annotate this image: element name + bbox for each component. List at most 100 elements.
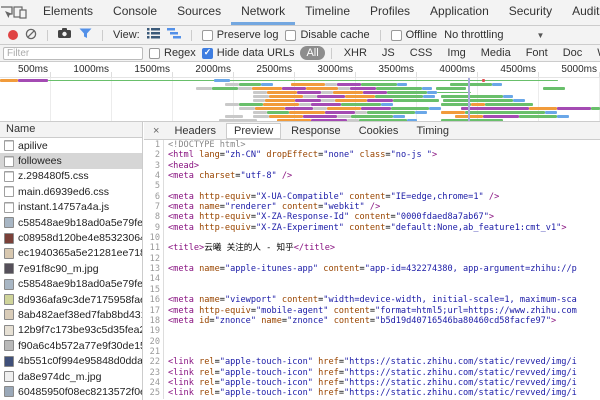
type-filter-js[interactable]: JS: [376, 46, 401, 60]
chevron-down-icon[interactable]: ▼: [536, 31, 544, 40]
waterfall-bar: [267, 111, 289, 114]
type-filter-css[interactable]: CSS: [404, 46, 439, 60]
capture-screenshots-icon[interactable]: [58, 28, 72, 42]
code-line: 17<meta http-equiv="mobile-agent" conten…: [144, 306, 600, 316]
waterfall-bar: [351, 115, 393, 118]
filter-input[interactable]: [3, 47, 143, 60]
line-number: 2: [144, 150, 164, 160]
inspect-element-icon[interactable]: [0, 0, 13, 25]
code-line: 4<meta charset="utf-8" />: [144, 171, 600, 181]
request-row[interactable]: c58548ae9b18ad0a5e79fe4e…: [0, 215, 142, 230]
disable-cache-checkbox[interactable]: [285, 30, 296, 41]
offline-option[interactable]: Offline: [391, 29, 438, 41]
line-number: 17: [144, 306, 164, 316]
line-number: 20: [144, 337, 164, 347]
waterfall-bar: [297, 91, 321, 94]
request-row[interactable]: 4b551c0f994e95848d0dda09…: [0, 353, 142, 368]
waterfall-bar: [345, 95, 375, 98]
timeline-tick-label: 3000ms: [298, 64, 353, 75]
device-toolbar-icon[interactable]: [13, 0, 27, 25]
source-viewer[interactable]: 1<!DOCTYPE html>2<html lang="zh-CN" drop…: [144, 140, 600, 400]
main-tab-security[interactable]: Security: [499, 0, 562, 25]
regex-checkbox[interactable]: [149, 48, 160, 59]
request-row[interactable]: 12b9f7c173be93c5d35fea2d…: [0, 323, 142, 338]
request-row[interactable]: apilive: [0, 138, 142, 153]
waterfall-bar: [485, 103, 533, 106]
request-row[interactable]: instant.14757a4a.js: [0, 200, 142, 215]
request-row[interactable]: c58548ae9b18ad0a5e79fe4e…: [0, 277, 142, 292]
type-filter-media[interactable]: Media: [475, 46, 517, 60]
type-filter-xhr[interactable]: XHR: [338, 46, 373, 60]
type-filter-font[interactable]: Font: [520, 46, 554, 60]
main-tab-application[interactable]: Application: [420, 0, 499, 25]
request-row[interactable]: main.d6939ed6.css: [0, 184, 142, 199]
tick-mark: [111, 72, 112, 77]
detail-tab-cookies[interactable]: Cookies: [351, 123, 407, 139]
tick-mark: [172, 72, 173, 77]
waterfall-bar: [387, 91, 427, 94]
request-row[interactable]: c08958d120be4e853230649…: [0, 230, 142, 245]
offline-checkbox[interactable]: [391, 30, 402, 41]
waterfall-bar: [450, 83, 492, 86]
waterfall-bar: [335, 99, 367, 102]
request-row[interactable]: z.298480f5.css: [0, 169, 142, 184]
waterfall-bar: [253, 115, 269, 118]
main-tab-network[interactable]: Network: [231, 0, 295, 25]
waterfall-bar: [263, 103, 299, 106]
request-name: ec1940365a5e21281ee71856…: [18, 247, 142, 259]
devtools-window: ElementsConsoleSourcesNetworkTimelinePro…: [0, 0, 600, 400]
request-row[interactable]: f90a6c4b572a77e9f30de153…: [0, 338, 142, 353]
disable-cache-option[interactable]: Disable cache: [285, 29, 369, 41]
request-row[interactable]: da8e974dc_m.jpg: [0, 369, 142, 384]
waterfall-bar: [238, 87, 252, 90]
request-row[interactable]: 7e91f8c90_m.jpg: [0, 261, 142, 276]
preserve-log-checkbox[interactable]: [202, 30, 213, 41]
view-waterfall-icon[interactable]: [167, 28, 181, 42]
type-filter-ws[interactable]: WS: [591, 46, 600, 60]
timeline-ruler[interactable]: 500ms1000ms1500ms2000ms2500ms3000ms3500m…: [0, 62, 600, 78]
divider: [380, 30, 381, 41]
network-toolbar: View: Preserve log Disable cache Offline…: [0, 26, 600, 45]
detail-tab-preview[interactable]: Preview: [226, 123, 281, 139]
hide-data-urls-checkbox[interactable]: [202, 48, 213, 59]
waterfall-bar: [429, 107, 441, 110]
main-tab-elements[interactable]: Elements: [33, 0, 103, 25]
detail-tab-headers[interactable]: Headers: [166, 123, 224, 139]
name-column-header[interactable]: Name: [0, 122, 142, 138]
request-row[interactable]: 8ab482aef38ed7fab8bd4314…: [0, 307, 142, 322]
code-line: 8<meta http-equiv="X-ZA-Response-Id" con…: [144, 212, 600, 222]
preserve-log-option[interactable]: Preserve log: [202, 29, 279, 41]
view-list-icon[interactable]: [147, 28, 160, 42]
main-tab-sources[interactable]: Sources: [167, 0, 231, 25]
waterfall-bar: [513, 99, 525, 102]
code-text: <title>云曦 关注的人 - 知乎</title>: [164, 243, 335, 253]
waterfall-overview[interactable]: [0, 78, 600, 122]
throttling-select[interactable]: No throttling: [444, 29, 503, 41]
type-filter-img[interactable]: Img: [441, 46, 471, 60]
main-tab-timeline[interactable]: Timeline: [295, 0, 360, 25]
detail-tab-timing[interactable]: Timing: [408, 123, 457, 139]
detail-tab-response[interactable]: Response: [283, 123, 349, 139]
request-row[interactable]: ec1940365a5e21281ee71856…: [0, 246, 142, 261]
main-tab-audits[interactable]: Audits: [562, 0, 600, 25]
waterfall-bar: [543, 87, 565, 90]
type-filter-all[interactable]: All: [300, 46, 324, 60]
image-thumbnail-icon: [4, 371, 14, 382]
request-row[interactable]: 8d936afa9c3de7175958fae5…: [0, 292, 142, 307]
waterfall-bar: [367, 99, 393, 102]
type-filter-doc[interactable]: Doc: [557, 46, 589, 60]
filter-icon[interactable]: [79, 28, 92, 42]
code-line: 3<head>: [144, 161, 600, 171]
main-tab-console[interactable]: Console: [103, 0, 167, 25]
image-thumbnail-icon: [4, 263, 14, 274]
hide-data-urls-option[interactable]: Hide data URLs: [202, 47, 295, 59]
request-name: z.298480f5.css: [18, 170, 89, 182]
request-row[interactable]: 60485950f08ec8213572f0e7…: [0, 384, 142, 399]
record-button[interactable]: [8, 30, 18, 40]
main-tab-profiles[interactable]: Profiles: [360, 0, 420, 25]
close-icon[interactable]: ×: [148, 125, 164, 137]
request-row[interactable]: followees: [0, 153, 142, 168]
filterbar: Regex Hide data URLs All XHRJSCSSImg Media…: [0, 45, 600, 62]
regex-option[interactable]: Regex: [149, 47, 196, 59]
clear-icon[interactable]: [25, 28, 37, 43]
